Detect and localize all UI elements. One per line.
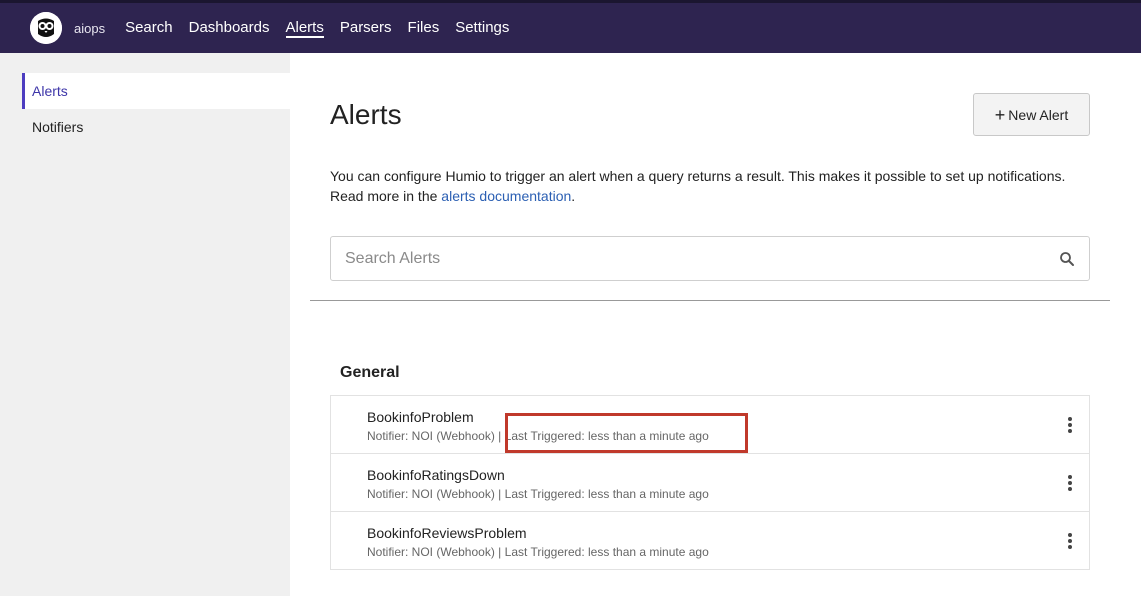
humio-owl-logo-icon[interactable] (30, 12, 62, 44)
more-options-icon[interactable] (1065, 475, 1075, 491)
nav-settings[interactable]: Settings (455, 19, 509, 38)
alert-row[interactable]: BookinfoRatingsDown Notifier: NOI (Webho… (331, 454, 1089, 512)
alert-meta-separator: | (498, 487, 502, 501)
alert-last-triggered: Last Triggered: less than a minute ago (504, 487, 709, 501)
nav-alerts[interactable]: Alerts (285, 19, 324, 38)
alert-name[interactable]: BookinfoProblem (367, 409, 474, 425)
alert-last-triggered: Last Triggered: less than a minute ago (504, 429, 709, 443)
alert-meta-separator: | (498, 545, 502, 559)
sidebar: Alerts Notifiers (0, 53, 290, 596)
more-options-icon[interactable] (1065, 417, 1075, 433)
alert-meta: Notifier: NOI (Webhook) | Last Triggered… (367, 429, 709, 443)
main-content: Alerts + New Alert You can configure Hum… (290, 53, 1141, 596)
nav-search[interactable]: Search (125, 19, 173, 38)
page-title: Alerts (330, 99, 402, 130)
group-title: General (340, 364, 400, 381)
description-suffix: . (571, 188, 576, 204)
nav-dashboards[interactable]: Dashboards (189, 19, 270, 38)
sidebar-item-alerts[interactable]: Alerts (22, 73, 290, 109)
alert-last-triggered: Last Triggered: less than a minute ago (504, 545, 709, 559)
plus-icon: + (994, 104, 1006, 125)
alerts-documentation-link[interactable]: alerts documentation (441, 188, 571, 204)
nav-files[interactable]: Files (408, 19, 440, 38)
org-name[interactable]: aiops (74, 21, 105, 36)
more-options-icon[interactable] (1065, 533, 1075, 549)
search-alerts-box (330, 236, 1090, 281)
alert-notifier: Notifier: NOI (Webhook) (367, 487, 495, 501)
search-icon[interactable] (1059, 251, 1075, 267)
new-alert-button[interactable]: + New Alert (973, 93, 1090, 136)
alert-meta-separator: | (498, 429, 502, 443)
search-alerts-input[interactable] (343, 248, 1059, 269)
alert-row[interactable]: BookinfoReviewsProblem Notifier: NOI (We… (331, 512, 1089, 569)
new-alert-label: New Alert (1008, 106, 1069, 123)
alert-name[interactable]: BookinfoReviewsProblem (367, 525, 527, 541)
alert-list: BookinfoProblem Notifier: NOI (Webhook) … (330, 395, 1090, 570)
page-description: You can configure Humio to trigger an al… (330, 166, 1090, 206)
alert-meta: Notifier: NOI (Webhook) | Last Triggered… (367, 545, 709, 559)
nav-parsers[interactable]: Parsers (340, 19, 392, 38)
alert-notifier: Notifier: NOI (Webhook) (367, 545, 495, 559)
section-divider (310, 300, 1110, 301)
top-navbar: aiops Search Dashboards Alerts Parsers F… (0, 0, 1141, 53)
alert-name[interactable]: BookinfoRatingsDown (367, 467, 505, 483)
alert-notifier: Notifier: NOI (Webhook) (367, 429, 495, 443)
alert-row[interactable]: BookinfoProblem Notifier: NOI (Webhook) … (331, 396, 1089, 454)
sidebar-item-notifiers[interactable]: Notifiers (22, 109, 290, 145)
alert-meta: Notifier: NOI (Webhook) | Last Triggered… (367, 487, 709, 501)
